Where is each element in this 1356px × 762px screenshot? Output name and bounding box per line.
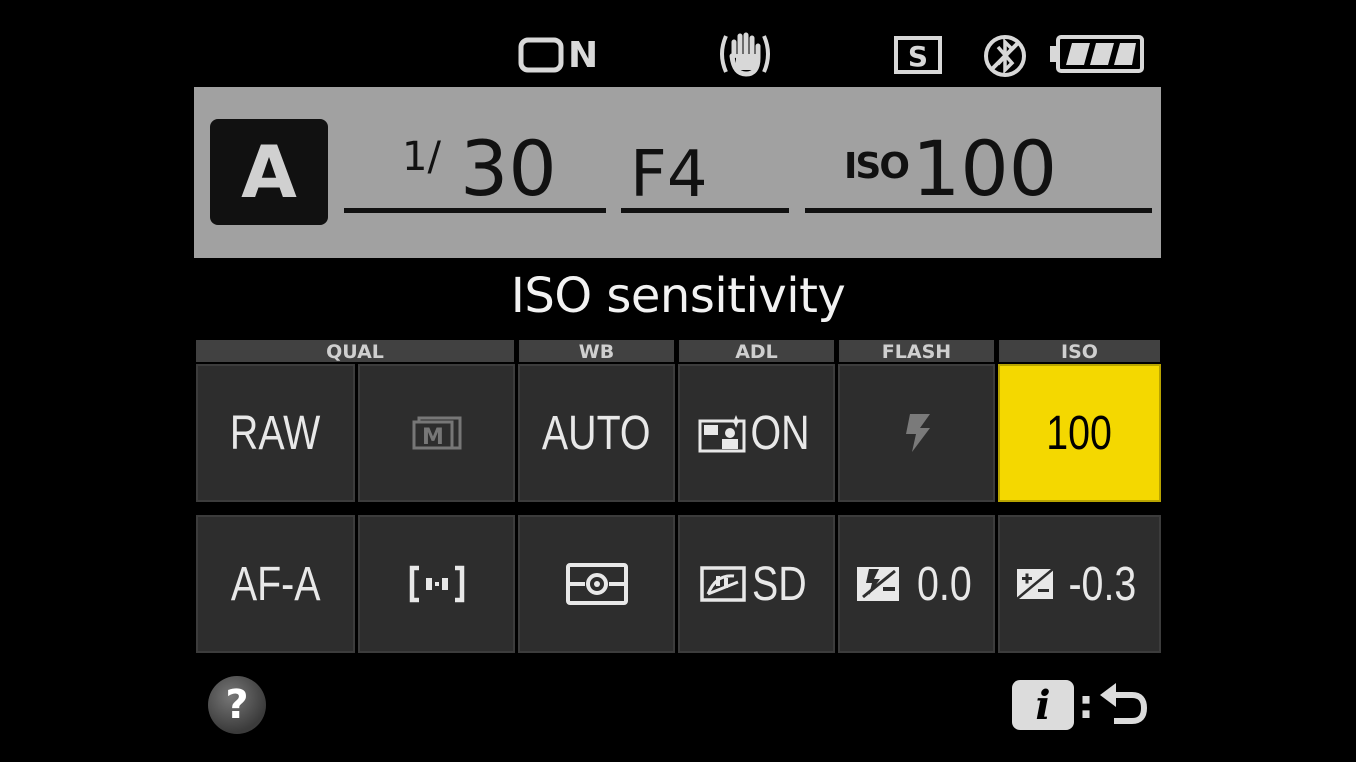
active-d-lighting-cell[interactable]: ON [678, 364, 835, 502]
vibration-reduction-icon [716, 30, 774, 78]
d-lighting-icon [698, 415, 745, 453]
iso-value: 100 [912, 124, 1058, 213]
card-label: N [568, 34, 599, 76]
memory-card-indicator: N [518, 34, 599, 76]
header-iso: ISO [999, 340, 1160, 363]
shutter-speed: 30 [460, 124, 557, 213]
matrix-metering-icon [565, 563, 628, 605]
white-balance-cell[interactable]: AUTO [518, 364, 675, 502]
header-wb: WB [519, 340, 674, 363]
focus-mode-value: AF-A [230, 557, 321, 611]
flash-compensation-cell[interactable]: 0.0 [838, 515, 995, 653]
header-adl: ADL [679, 340, 834, 363]
af-area-icon [409, 565, 464, 603]
s-mode-icon: S [894, 36, 942, 74]
help-button[interactable]: ? [208, 676, 266, 734]
flash-mode-cell[interactable] [838, 364, 995, 502]
flash-icon [905, 414, 930, 452]
return-arrow-icon [1100, 683, 1148, 724]
image-size-m-icon: M [412, 416, 461, 450]
info-separator: : [1078, 682, 1094, 728]
bluetooth-off-icon [982, 33, 1032, 79]
iso-underline [805, 208, 1152, 213]
image-size-cell[interactable]: M [358, 364, 515, 502]
white-balance-value: AUTO [542, 406, 651, 460]
memory-card-icon [518, 37, 564, 73]
shutter-underline [344, 208, 606, 213]
exposure-panel: A 1/ 30 F4 ISO 100 [194, 87, 1161, 258]
svg-text:S: S [908, 40, 928, 73]
picture-control-icon [700, 566, 746, 602]
aperture-underline [621, 208, 789, 213]
iso-sensitivity-cell[interactable]: 100 [998, 364, 1161, 502]
metering-cell[interactable] [518, 515, 675, 653]
aperture-value: F4 [630, 138, 708, 212]
iso-sensitivity-value: 100 [1046, 406, 1113, 460]
picture-control-value: SD [752, 557, 807, 611]
battery-icon [1050, 34, 1144, 74]
picture-control-cell[interactable]: SD [678, 515, 835, 653]
active-d-lighting-value: ON [749, 406, 810, 460]
flash-compensation-value: 0.0 [917, 557, 972, 611]
shooting-mode: A [210, 119, 328, 225]
exposure-compensation-icon [1016, 568, 1054, 600]
iso-label: ISO [844, 146, 910, 187]
info-button-icon: i [1012, 680, 1074, 730]
exposure-compensation-cell[interactable]: -0.3 [998, 515, 1161, 653]
header-flash: FLASH [839, 340, 994, 363]
shutter-prefix: 1/ [402, 134, 441, 180]
image-quality-cell[interactable]: RAW [196, 364, 355, 502]
flash-compensation-icon [857, 567, 900, 601]
screen-title: ISO sensitivity [510, 268, 846, 324]
svg-text:M: M [422, 425, 444, 450]
image-quality-value: RAW [230, 406, 321, 460]
af-area-mode-cell[interactable] [358, 515, 515, 653]
focus-mode-cell[interactable]: AF-A [196, 515, 355, 653]
header-qual: QUAL [196, 340, 514, 363]
info-return-hint[interactable]: i : [1012, 680, 1148, 730]
exposure-compensation-value: -0.3 [1068, 557, 1137, 611]
